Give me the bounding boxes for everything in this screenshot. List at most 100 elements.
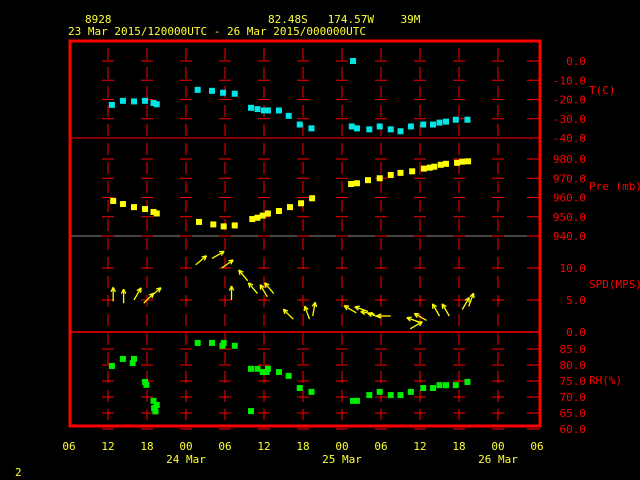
plot-area: 0.0 -10.0 -20.0 -30.0 -40.0 T(C) 980.0 970.0 960… [62, 39, 640, 466]
wind-arrow-head [367, 311, 373, 314]
plot-frame [68, 39, 542, 428]
temperature-point [296, 121, 303, 128]
date-label: 25 Mar [322, 453, 362, 466]
pressure-point [298, 200, 305, 207]
panel-label-wind: SPD(MPS) [589, 278, 640, 291]
rh-point [430, 385, 436, 392]
rh-point [209, 339, 215, 346]
panel-label-rh: RH(%) [589, 374, 622, 387]
rh-point [248, 365, 254, 372]
temperature-point [436, 119, 443, 126]
rh-point [143, 381, 150, 388]
temperature-point [376, 123, 383, 130]
pressure-point [437, 161, 444, 168]
y-tick-label: -40.0 [553, 132, 586, 145]
pressure-point [264, 210, 271, 217]
pressure-point [220, 223, 227, 230]
temperature-point [353, 125, 360, 132]
pressure-point [465, 158, 472, 165]
rh-point [376, 388, 383, 395]
x-tick-label: 06 [530, 440, 543, 453]
temperature-point [119, 97, 126, 104]
x-tick-label: 06 [374, 440, 387, 453]
temperature-point [464, 116, 471, 123]
y-tick-label: -10.0 [553, 74, 586, 87]
wind-arrow-head [406, 316, 412, 319]
y-tick-label: 80.0 [560, 359, 587, 372]
date-label: 26 Mar [478, 453, 518, 466]
y-tick-label: 70.0 [560, 391, 587, 404]
x-tick-label: 00 [491, 440, 504, 453]
pressure-point [409, 168, 416, 175]
rh-point [194, 339, 201, 346]
rh-point [452, 382, 459, 389]
temperature-point [285, 112, 292, 119]
y-tick-label: 940.0 [553, 230, 586, 243]
x-tick-label: 06 [218, 440, 231, 453]
rh-point [254, 365, 261, 372]
rh-point [296, 385, 303, 392]
temperature-point [209, 87, 215, 94]
temperature-point [308, 125, 315, 132]
pressure-point [275, 207, 282, 214]
rh-point [152, 408, 159, 415]
temperature-point [430, 121, 436, 128]
temperature-point [350, 58, 357, 64]
pressure-point [348, 181, 355, 188]
temperature-point [248, 104, 254, 111]
meteogram-chart: 8928 82.48S 174.57W 39M 23 Mar 2015/1200… [15, 13, 640, 479]
rh-point [353, 397, 360, 404]
pressure-point [397, 169, 404, 176]
temperature-point [142, 97, 149, 104]
rh-point [248, 408, 254, 415]
pressure-point [254, 214, 261, 221]
y-tick-label: 970.0 [553, 172, 586, 185]
rh-point [366, 392, 373, 399]
wind-arrow-head [314, 302, 318, 308]
x-tick-label: 06 [62, 440, 75, 453]
y-tick-label: 0.0 [566, 55, 586, 68]
rh-point [308, 388, 315, 395]
pressure-point [210, 221, 217, 228]
wind-arrow-head [360, 309, 366, 313]
x-tick-label: 12 [413, 440, 426, 453]
temperature-point [153, 101, 160, 108]
y-tick-label: 75.0 [560, 375, 587, 388]
temperature-point [348, 123, 355, 130]
x-tick-label: 18 [452, 440, 465, 453]
rh-point [407, 388, 414, 395]
pressure-point [443, 160, 449, 167]
rh-point [219, 342, 226, 349]
x-tick-label: 12 [101, 440, 114, 453]
pressure-point [119, 201, 126, 208]
pressure-point [387, 171, 394, 178]
y-tick-label: 0.0 [566, 326, 586, 339]
rh-point [129, 360, 136, 367]
y-tick-label: 950.0 [553, 211, 586, 224]
rh-point [231, 342, 238, 349]
y-tick-label: 980.0 [553, 153, 586, 166]
date-label: 24 Mar [166, 453, 206, 466]
pressure-point [431, 163, 438, 170]
y-tick-label: -30.0 [553, 113, 586, 126]
y-tick-label: 65.0 [560, 407, 587, 420]
temperature-point [407, 123, 414, 130]
x-tick-label: 18 [296, 440, 309, 453]
page-number: 2 [15, 466, 22, 479]
y-tick-label: 960.0 [553, 192, 586, 205]
y-tick-label: 5.0 [566, 294, 586, 307]
rh-point [263, 369, 270, 376]
pressure-point [365, 177, 371, 184]
pressure-point [110, 197, 117, 204]
rh-point [436, 382, 443, 389]
pressure-point [153, 210, 160, 217]
pressure-point [259, 212, 266, 219]
temperature-point [452, 116, 459, 123]
temperature-point [366, 126, 373, 133]
temperature-point [443, 118, 449, 125]
temperature-point [231, 90, 238, 97]
pressure-point [376, 175, 383, 182]
y-tick-label: 85.0 [560, 343, 587, 356]
temperature-point [387, 126, 394, 133]
wind-arrow-head [472, 293, 475, 299]
